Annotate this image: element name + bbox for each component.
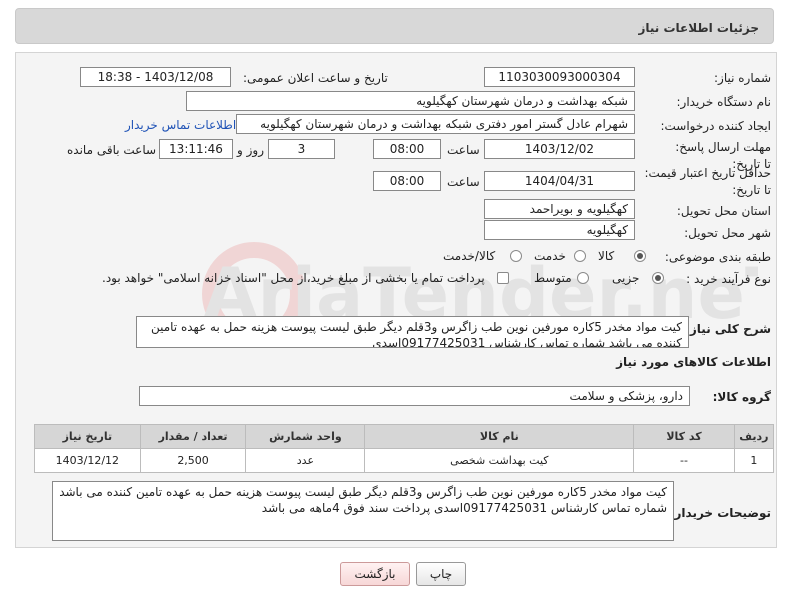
buyer-notes-field: کیت مواد مخدر 5کاره مورفین نوین طب زاگرس… xyxy=(52,481,674,541)
cell-date: 1403/12/12 xyxy=(34,448,141,473)
description-label: شرح کلی نیاز: xyxy=(685,322,771,336)
validity-time-field: 08:00 xyxy=(373,171,441,191)
days-label: روز و xyxy=(237,143,264,157)
deadline-date-field: 1403/12/02 xyxy=(484,139,635,159)
treasury-payment-checkbox[interactable] xyxy=(497,272,509,284)
treasury-payment-note: پرداخت تمام یا بخشی از مبلغ خرید،از محل … xyxy=(102,271,485,285)
validity-date-field: 1404/04/31 xyxy=(484,171,635,191)
print-button[interactable]: چاپ xyxy=(416,562,466,586)
col-code-header: کد کالا xyxy=(633,424,735,449)
city-field: کهگیلویه xyxy=(484,220,635,240)
buyer-org-label: نام دستگاه خریدار: xyxy=(676,95,772,109)
cell-code: -- xyxy=(633,448,735,473)
province-field: کهگیلویه و بویراحمد xyxy=(484,199,635,219)
goods-info-title: اطلاعات کالاهای مورد نیاز xyxy=(616,355,771,369)
deadline-time-field: 08:00 xyxy=(373,139,441,159)
cell-qty: 2,500 xyxy=(139,448,247,473)
process-radio-minor[interactable] xyxy=(652,272,664,284)
buyer-notes-label: توضیحات خریدار: xyxy=(669,506,771,520)
cell-row: 1 xyxy=(733,448,775,473)
col-qty-header: تعداد / مقدار xyxy=(139,424,247,449)
days-field: 3 xyxy=(268,139,335,159)
page: جزئیات اطلاعات نیاز AriaTender.neT شماره… xyxy=(0,0,789,598)
description-field: کیت مواد مخدر 5کاره مورفین نوین طب زاگرس… xyxy=(136,316,689,348)
need-number-label: شماره نیاز: xyxy=(714,71,771,85)
category-option-goods-service: کالا/خدمت xyxy=(443,249,496,263)
requester-field: شهرام عادل گستر امور دفتری شبکه بهداشت و… xyxy=(236,114,635,134)
category-option-goods: کالا xyxy=(598,249,615,263)
city-label: شهر محل تحویل: xyxy=(684,226,771,240)
process-option-medium: متوسط xyxy=(534,271,572,285)
goods-group-field: دارو، پزشکی و سلامت xyxy=(139,386,690,406)
cell-unit: عدد xyxy=(245,448,366,473)
category-label: طبقه بندی موضوعی: xyxy=(664,250,771,264)
col-date-header: تاریخ نیاز xyxy=(34,424,141,449)
deadline-time-label: ساعت xyxy=(447,143,480,157)
need-number-field: 1103030093000304 xyxy=(484,67,635,87)
col-name-header: نام کالا xyxy=(364,424,635,449)
process-label: نوع فرآیند خرید : xyxy=(686,272,771,286)
table-row: 1 -- کیت بهداشت شخصی عدد 2,500 1403/12/1… xyxy=(34,448,775,473)
goods-group-label: گروه کالا: xyxy=(712,390,771,404)
announce-field: 1403/12/08 - 18:38 xyxy=(80,67,231,87)
category-radio-goods[interactable] xyxy=(634,250,646,262)
process-radio-medium[interactable] xyxy=(577,272,589,284)
province-label: استان محل تحویل: xyxy=(676,204,771,218)
buyer-contact-link[interactable]: اطلاعات تماس خریدار xyxy=(125,118,236,132)
table-header-row: ردیف کد کالا نام کالا واحد شمارش تعداد /… xyxy=(34,424,775,449)
category-option-service: خدمت xyxy=(534,249,566,263)
buyer-org-field: شبکه بهداشت و درمان شهرستان کهگیلویه xyxy=(186,91,635,111)
validity-time-label: ساعت xyxy=(447,175,480,189)
back-button[interactable]: بازگشت xyxy=(340,562,410,586)
header-bar: جزئیات اطلاعات نیاز xyxy=(15,8,774,44)
cell-name: کیت بهداشت شخصی xyxy=(364,448,635,473)
announce-label: تاریخ و ساعت اعلان عمومی: xyxy=(243,71,388,85)
category-radio-service[interactable] xyxy=(574,250,586,262)
items-table: ردیف کد کالا نام کالا واحد شمارش تعداد /… xyxy=(34,424,775,473)
col-row-header: ردیف xyxy=(733,424,775,449)
validity-label: حداقل تاریخ اعتبار قیمت: تا تاریخ: xyxy=(644,166,771,197)
requester-label: ایجاد کننده درخواست: xyxy=(660,119,771,133)
remaining-time-field: 13:11:46 xyxy=(159,139,233,159)
page-title: جزئیات اطلاعات نیاز xyxy=(638,21,759,35)
remaining-label: ساعت باقی مانده xyxy=(67,143,157,157)
category-radio-goods-service[interactable] xyxy=(510,250,522,262)
process-option-minor: جزیی xyxy=(612,271,640,285)
col-unit-header: واحد شمارش xyxy=(245,424,366,449)
